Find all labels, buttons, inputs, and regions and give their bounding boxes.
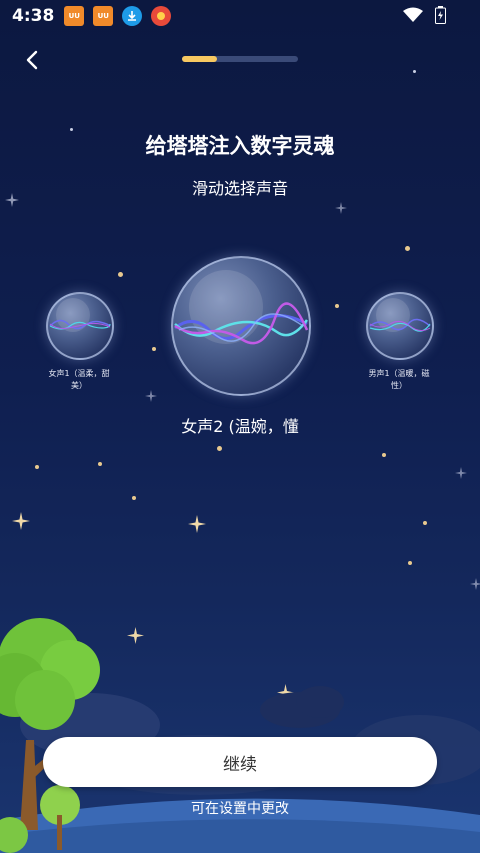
sparkle-icon	[455, 467, 467, 479]
sparkle-icon	[470, 578, 480, 590]
voice-label-line: 女声1（温柔，甜	[48, 369, 110, 378]
voice-label-line: 性）	[391, 381, 407, 390]
voice-option-female-1[interactable]	[46, 292, 114, 360]
star-dot	[35, 465, 39, 469]
star-dot	[382, 453, 386, 457]
continue-button[interactable]: 继续	[43, 737, 437, 787]
sound-wave-icon	[174, 302, 309, 345]
voice-label-line: 男声1（温暖，磁	[368, 369, 430, 378]
star-dot	[413, 70, 416, 73]
star-dot	[132, 496, 136, 500]
uu-booster-icon-2: UU	[93, 6, 114, 26]
red-app-icon	[151, 6, 172, 26]
voice-label-male-1: 男声1（温暖，磁 性）	[356, 368, 442, 392]
star-dot	[118, 272, 123, 277]
uu-booster-icon: UU	[64, 6, 85, 26]
selected-voice-label: 女声2 (温婉，懂	[181, 417, 299, 436]
chevron-left-icon	[26, 50, 38, 70]
voice-option-male-1[interactable]	[366, 292, 434, 360]
sound-wave-icon	[369, 318, 431, 332]
wifi-icon	[403, 7, 423, 27]
page-subtitle: 滑动选择声音	[191, 179, 288, 198]
star-dot	[152, 347, 156, 351]
sparkle-icon	[188, 515, 206, 533]
star-dot	[423, 521, 427, 525]
sparkle-icon	[335, 202, 347, 214]
status-bar: 4:38 UU UU	[0, 0, 480, 32]
star-dot	[405, 246, 410, 251]
voice-label-line: 美）	[71, 381, 87, 390]
star-dot	[217, 446, 222, 451]
sparkle-icon	[145, 390, 157, 402]
star-dot	[408, 561, 412, 565]
star-dot	[335, 304, 339, 308]
star-dot	[98, 462, 102, 466]
settings-hint: 可在设置中更改	[191, 801, 289, 817]
battery-icon	[435, 6, 446, 28]
page-title: 给塔塔注入数字灵魂	[145, 134, 335, 158]
sparkle-icon	[12, 512, 30, 530]
download-icon	[122, 6, 143, 26]
voice-label-female-1: 女声1（温柔，甜 美）	[36, 368, 122, 392]
progress-bar	[182, 56, 298, 62]
continue-label: 继续	[223, 754, 257, 775]
back-button[interactable]	[18, 46, 46, 74]
status-time: 4:38	[12, 6, 55, 26]
sound-wave-icon	[49, 319, 111, 330]
progress-fill	[182, 56, 217, 62]
voice-option-female-2-selected[interactable]	[171, 256, 311, 396]
